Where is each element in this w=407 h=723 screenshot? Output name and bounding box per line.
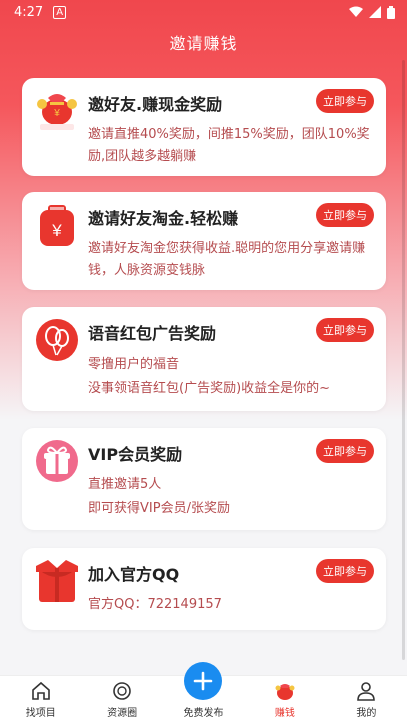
card-title: VIP会员奖励	[88, 445, 183, 464]
nav-label: 找项目	[25, 708, 56, 719]
user-icon	[357, 682, 376, 701]
card-description: 直推邀请5人	[88, 477, 162, 492]
page-title: 邀请赚钱	[169, 34, 238, 53]
nav-resource-circle[interactable]: 资源圈	[81, 676, 162, 723]
gift-icon	[36, 440, 78, 482]
nav-label: 资源圈	[107, 708, 138, 719]
invite-gold-card: ¥ 邀请好友淘金.轻松赚 立即参与 邀请好友淘金您获得收益.聪明的您用分享邀请赚…	[22, 192, 386, 290]
battery-icon	[387, 5, 395, 19]
qq-number: 官方QQ：722149157	[88, 597, 222, 612]
card-title: 语音红包广告奖励	[88, 324, 217, 343]
join-qq-card: 加入官方QQ 立即参与 官方QQ：722149157	[22, 548, 386, 630]
invite-cash-card: ¥ 邀好友.赚现金奖励 立即参与 邀请直推40%奖励，间推15%奖励，团队10%…	[22, 78, 386, 176]
scrollbar[interactable]	[402, 60, 405, 660]
signal-icon	[369, 6, 381, 18]
card-description-2: 没事领语音红包(广告奖励)收益全是你的~	[88, 381, 331, 396]
money-bag-icon: ¥	[37, 94, 77, 130]
home-icon	[31, 681, 50, 700]
card-title: 加入官方QQ	[88, 565, 180, 584]
wifi-icon	[349, 6, 363, 17]
card-description: 邀请直推40%奖励，间推15%奖励，团队10%奖励,团队越多越躺赚	[88, 127, 370, 164]
vip-reward-card: VIP会员奖励 立即参与 直推邀请5人 即可获得VIP会员/张奖励	[22, 428, 386, 530]
circle-icon	[113, 682, 131, 700]
publish-fab[interactable]	[184, 662, 222, 700]
status-bar: 4:27 A	[0, 0, 407, 24]
nav-label: 免费发布	[183, 708, 224, 719]
join-button[interactable]: 立即参与	[316, 203, 374, 227]
money-bag-icon	[275, 684, 295, 700]
svg-text:¥: ¥	[53, 108, 60, 119]
card-description: 邀请好友淘金您获得收益.聪明的您用分享邀请赚钱，人脉资源变钱脉	[88, 241, 366, 278]
notification-a-icon: A	[53, 5, 67, 19]
voice-redpacket-card: 语音红包广告奖励 立即参与 零撸用户的福音 没事领语音红包(广告奖励)收益全是你…	[22, 307, 386, 411]
join-button[interactable]: 立即参与	[316, 89, 374, 113]
card-title: 邀好友.赚现金奖励	[88, 95, 223, 114]
svg-text:¥: ¥	[51, 221, 62, 240]
join-button[interactable]: 立即参与	[316, 439, 374, 463]
status-icons	[349, 5, 395, 19]
card-description-2: 即可获得VIP会员/张奖励	[88, 501, 230, 516]
plus-icon	[193, 671, 213, 691]
nav-earn-money[interactable]: 赚钱	[244, 676, 325, 723]
card-description: 零撸用户的福音	[88, 357, 180, 372]
nav-mine[interactable]: 我的	[326, 676, 407, 723]
join-button[interactable]: 立即参与	[316, 559, 374, 583]
join-button[interactable]: 立即参与	[316, 318, 374, 342]
card-title: 邀请好友淘金.轻松赚	[88, 209, 239, 228]
nav-label: 赚钱	[274, 708, 295, 719]
red-packet-icon	[36, 560, 78, 602]
nav-label: 我的	[356, 708, 377, 719]
nav-find-project[interactable]: 找项目	[0, 676, 81, 723]
yuan-bag-icon: ¥	[40, 205, 74, 246]
status-time: 4:27	[14, 4, 44, 20]
balloon-icon	[36, 319, 78, 361]
